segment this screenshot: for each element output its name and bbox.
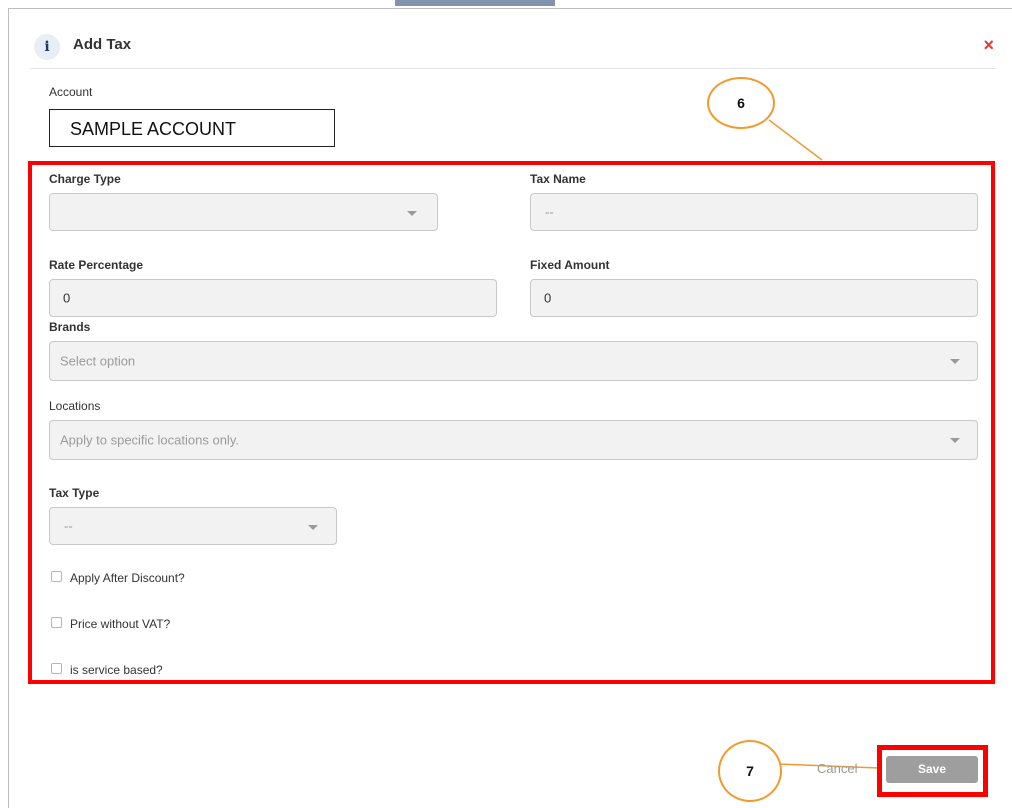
callout-connectors [768,119,880,769]
callout-6-line [768,119,823,161]
cancel-button[interactable]: Cancel [817,761,857,776]
callout-6-badge: 6 [707,77,775,129]
save-button[interactable]: Save [886,756,978,783]
callout-7-badge: 7 [718,740,782,802]
